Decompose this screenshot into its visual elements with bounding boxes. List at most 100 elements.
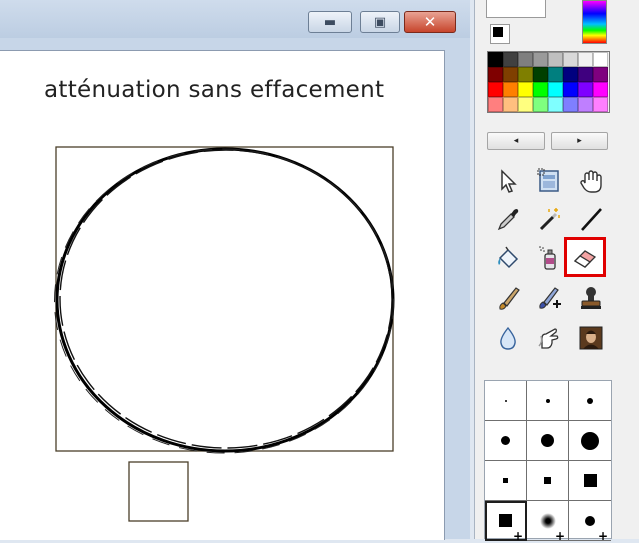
circle-outline-inner <box>59 149 393 449</box>
canvas-text: atténuation sans effacement <box>44 77 385 103</box>
palette-swatch[interactable] <box>488 67 503 82</box>
hand-pan-icon <box>580 170 602 193</box>
line-icon <box>581 208 602 231</box>
spray-can-icon <box>539 246 556 270</box>
brush-option[interactable] <box>485 381 527 421</box>
tool-smudge[interactable] <box>533 322 565 354</box>
image-select-icon <box>537 168 559 192</box>
brush-option[interactable] <box>527 461 569 501</box>
square-brush-tip <box>499 514 512 527</box>
brush-plus-label: + <box>512 529 523 543</box>
palette-swatch[interactable] <box>548 97 563 112</box>
tool-select[interactable] <box>492 165 524 197</box>
tool-blur[interactable] <box>492 322 524 354</box>
tool-brush[interactable] <box>492 282 524 314</box>
select-arrow-icon <box>501 169 517 193</box>
brush-option[interactable]: + <box>527 501 569 543</box>
brush-plus-label: + <box>554 529 565 543</box>
soft-brush-tip <box>539 512 556 529</box>
round-brush-tip <box>581 431 599 450</box>
palette-swatch[interactable] <box>533 67 548 82</box>
foreground-color <box>493 27 503 37</box>
palette-swatch[interactable] <box>593 82 608 97</box>
palette-swatch[interactable] <box>593 67 608 82</box>
color-palette <box>487 51 610 113</box>
brush-option[interactable] <box>485 461 527 501</box>
square-brush-tip <box>583 474 597 487</box>
palette-swatch[interactable] <box>518 82 533 97</box>
brush-plus-label: + <box>597 529 608 543</box>
round-brush-tip <box>541 434 554 447</box>
palette-swatch[interactable] <box>533 82 548 97</box>
palette-swatch[interactable] <box>518 52 533 67</box>
tool-eraser[interactable] <box>564 237 606 277</box>
palette-swatch[interactable] <box>518 97 533 112</box>
palette-swatch[interactable] <box>578 82 593 97</box>
tool-paint-bucket[interactable] <box>492 242 524 274</box>
palette-swatch[interactable] <box>503 97 518 112</box>
brush-option[interactable] <box>569 421 611 461</box>
color-picker-icon <box>497 209 519 231</box>
stamp-icon <box>581 287 601 309</box>
brush-size-grid: + + + <box>484 380 612 543</box>
palette-swatch[interactable] <box>548 82 563 97</box>
arrow-right-icon: ▸ <box>577 136 582 146</box>
palette-swatch[interactable] <box>488 82 503 97</box>
palette-next-button[interactable]: ▸ <box>551 132 608 150</box>
palette-swatch[interactable] <box>533 52 548 67</box>
round-brush-tip <box>587 397 593 404</box>
palette-prev-button[interactable]: ◂ <box>487 132 545 150</box>
smudge-hand-icon <box>538 328 559 349</box>
palette-swatch[interactable] <box>488 97 503 112</box>
tool-line[interactable] <box>575 203 607 235</box>
brush-icon <box>499 287 520 310</box>
brush-option[interactable]: + <box>569 501 611 543</box>
palette-swatch[interactable] <box>503 67 518 82</box>
palette-swatch[interactable] <box>563 97 578 112</box>
drop-blur-icon <box>500 326 516 350</box>
palette-swatch[interactable] <box>548 52 563 67</box>
brush-option[interactable] <box>527 381 569 421</box>
brush-option[interactable] <box>569 381 611 421</box>
palette-swatch[interactable] <box>563 82 578 97</box>
palette-swatch[interactable] <box>518 67 533 82</box>
portrait-clone-icon <box>579 326 603 350</box>
palette-swatch[interactable] <box>593 52 608 67</box>
tool-brush-plus[interactable] <box>533 282 565 314</box>
palette-swatch[interactable] <box>503 82 518 97</box>
square-brush-tip <box>503 478 508 483</box>
tool-image-select[interactable] <box>533 165 565 197</box>
brush-option[interactable]: + <box>485 501 527 543</box>
arrow-left-icon: ◂ <box>513 136 519 146</box>
square-brush-tip <box>544 477 551 484</box>
palette-swatch[interactable] <box>563 67 578 82</box>
current-color-box[interactable] <box>486 0 546 18</box>
palette-swatch[interactable] <box>548 67 563 82</box>
hue-slider[interactable] <box>582 0 607 44</box>
brush-option[interactable] <box>527 421 569 461</box>
tool-spray[interactable] <box>533 242 565 274</box>
palette-swatch[interactable] <box>503 52 518 67</box>
palette-swatch[interactable] <box>578 97 593 112</box>
round-brush-tip <box>504 399 507 402</box>
tool-color-picker[interactable] <box>492 203 524 235</box>
tool-magic-wand[interactable] <box>533 203 565 235</box>
tool-stamp[interactable] <box>575 282 607 314</box>
brush-option[interactable] <box>569 461 611 501</box>
palette-swatch[interactable] <box>593 97 608 112</box>
eraser-icon <box>573 250 597 268</box>
palette-swatch[interactable] <box>578 67 593 82</box>
tool-hand[interactable] <box>575 165 607 197</box>
magic-wand-icon <box>539 208 560 231</box>
palette-swatch[interactable] <box>533 97 548 112</box>
paint-bucket-icon <box>498 246 519 269</box>
brush-option[interactable] <box>485 421 527 461</box>
fg-bg-swatch[interactable] <box>490 24 510 44</box>
round-brush-tip <box>501 436 510 445</box>
tool-clone[interactable] <box>575 322 607 354</box>
palette-swatch[interactable] <box>488 52 503 67</box>
palette-swatch[interactable] <box>578 52 593 67</box>
palette-swatch[interactable] <box>563 52 578 67</box>
small-square <box>128 461 189 522</box>
round-brush-tip <box>585 515 595 526</box>
